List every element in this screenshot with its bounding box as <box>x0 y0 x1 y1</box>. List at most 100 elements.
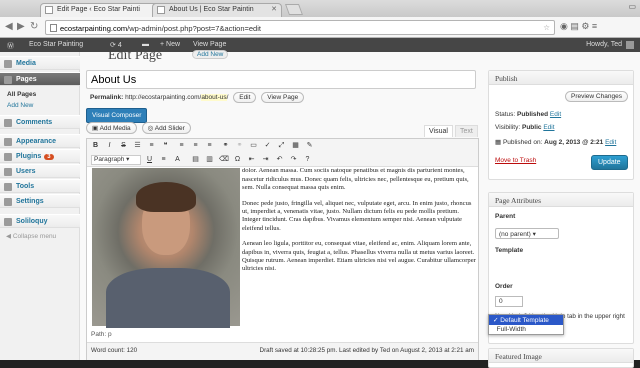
sidebar-item-users[interactable]: Users <box>0 164 80 178</box>
browser-tab-about-us[interactable]: About Us | Eco Star Paintin ✕ <box>152 3 282 17</box>
extension-icons[interactable]: ◉ ▤ ⚙ ≡ <box>560 21 597 32</box>
link-icon[interactable]: ⚭ <box>221 141 230 150</box>
url-domain: ecostarpainting.com <box>60 24 128 33</box>
fullscreen-icon[interactable]: ⤢ <box>277 141 286 150</box>
browser-tab-edit-page[interactable]: Edit Page ‹ Eco Star Painti ✕ <box>40 3 165 17</box>
sidebar-item-media[interactable]: Media <box>0 56 80 70</box>
align-center-icon[interactable]: ≡ <box>191 141 200 150</box>
spellcheck-icon[interactable]: ✓ <box>263 141 272 150</box>
new-tab-button[interactable] <box>284 4 304 15</box>
special-character-icon[interactable]: Ω <box>233 155 242 164</box>
back-arrow-icon[interactable]: ◀ <box>5 21 13 33</box>
add-media-label: Add Media <box>99 125 131 132</box>
text-color-icon[interactable]: A <box>173 155 182 164</box>
add-slider-button[interactable]: ◎ Add Slider <box>141 122 191 134</box>
sidebar-item-pages[interactable]: Pages <box>0 72 80 86</box>
permalink-label: Permalink: <box>90 94 124 101</box>
new-menu[interactable]: + New <box>160 41 180 48</box>
edit-status-link[interactable]: Edit <box>550 111 561 118</box>
help-icon[interactable]: ? <box>303 155 312 164</box>
published-on-label: Published on: <box>502 139 543 146</box>
sidebar-item-label: Media <box>16 60 36 67</box>
kitchen-sink-icon[interactable]: ▦ <box>291 141 300 150</box>
add-new-button[interactable]: Add New <box>192 50 229 59</box>
shortcode-icon[interactable]: ✎ <box>305 141 314 150</box>
body-text[interactable]: Lorem ipsum dolor sit amet, consectetuer… <box>242 168 477 281</box>
update-button[interactable]: Update <box>591 155 628 170</box>
template-dropdown[interactable]: ✓ Default Template Full-Width <box>488 314 564 335</box>
underline-icon[interactable]: U <box>145 155 154 164</box>
redo-icon[interactable]: ↷ <box>289 155 298 164</box>
bold-icon[interactable]: B <box>91 141 100 150</box>
sidebar-item-soliloquy[interactable]: Soliloquy <box>0 214 80 228</box>
view-page-link[interactable]: View Page <box>193 41 226 48</box>
clear-formatting-icon[interactable]: ⌫ <box>219 155 229 164</box>
edit-date-link[interactable]: Edit <box>605 139 616 146</box>
sidebar-item-settings[interactable]: Settings <box>0 194 80 208</box>
visual-composer-button[interactable]: Visual Composer <box>86 108 148 123</box>
align-left-icon[interactable]: ≡ <box>177 141 186 150</box>
comments-icon[interactable]: ▬ <box>142 41 149 48</box>
address-bar[interactable]: ecostarpainting.com/wp-admin/post.php?po… <box>45 20 555 35</box>
profile-photo[interactable] <box>92 168 240 328</box>
sidebar-subitem-all-pages[interactable]: All Pages <box>0 91 80 98</box>
tab-text[interactable]: Text <box>454 125 478 137</box>
howdy-user[interactable]: Howdy, Ted <box>586 41 622 48</box>
forward-arrow-icon[interactable]: ▶ <box>17 21 25 33</box>
indent-icon[interactable]: ⇥ <box>261 155 270 164</box>
editor-content-area[interactable]: Lorem ipsum dolor sit amet, consectetuer… <box>92 168 477 328</box>
outdent-icon[interactable]: ⇤ <box>247 155 256 164</box>
add-media-button[interactable]: ▣ Add Media <box>86 122 137 134</box>
site-name-link[interactable]: Eco Star Painting <box>29 41 83 48</box>
bookmark-star-icon[interactable]: ☆ <box>543 23 550 32</box>
sidebar-subitem-add-new[interactable]: Add New <box>0 102 80 109</box>
template-option-full-width[interactable]: Full-Width <box>489 325 563 334</box>
sidebar-item-label: Users <box>16 168 36 175</box>
justify-icon[interactable]: ≡ <box>159 155 168 164</box>
tab-visual[interactable]: Visual <box>424 125 453 137</box>
wp-admin-bar: Ⓦ Eco Star Painting ⟳ 4 ▬ + New View Pag… <box>0 38 640 52</box>
order-input[interactable]: 0 <box>495 296 523 307</box>
more-tag-icon[interactable]: ▭ <box>249 141 258 150</box>
close-icon[interactable]: ✕ <box>271 5 277 13</box>
featured-image-heading: Featured Image <box>489 349 633 363</box>
align-right-icon[interactable]: ≡ <box>205 141 214 150</box>
sidebar-item-comments[interactable]: Comments <box>0 115 80 129</box>
parent-select[interactable]: (no parent) ▾ <box>495 228 559 239</box>
status-label: Status: <box>495 111 516 118</box>
paste-word-icon[interactable]: ▥ <box>205 155 214 164</box>
edit-visibility-link[interactable]: Edit <box>543 124 554 131</box>
blockquote-icon[interactable]: ❝ <box>161 141 170 150</box>
bullet-list-icon[interactable]: ☰ <box>133 141 142 150</box>
reload-icon[interactable]: ↻ <box>30 21 38 33</box>
draft-info: Draft saved at 10:28:25 pm. Last edited … <box>259 347 474 354</box>
format-select[interactable]: Paragraph ▾ <box>91 155 141 165</box>
order-label: Order <box>495 283 513 290</box>
sidebar-item-tools[interactable]: Tools <box>0 179 80 193</box>
strikethrough-icon[interactable]: S <box>119 141 128 150</box>
italic-icon[interactable]: I <box>105 141 114 150</box>
sidebar-item-appearance[interactable]: Appearance <box>0 134 80 148</box>
wordpress-logo-icon[interactable]: Ⓦ <box>7 41 14 51</box>
undo-icon[interactable]: ↶ <box>275 155 284 164</box>
sidebar-item-label: Plugins <box>16 153 42 160</box>
avatar[interactable] <box>626 41 634 49</box>
move-to-trash-link[interactable]: Move to Trash <box>495 157 536 164</box>
collapse-menu[interactable]: ◀ Collapse menu <box>6 232 56 240</box>
permalink-base: http://ecostarpainting.com/ <box>125 94 202 101</box>
numbered-list-icon[interactable]: ≡ <box>147 141 156 150</box>
wordpress-favicon-icon <box>45 6 53 14</box>
edit-permalink-button[interactable]: Edit <box>233 92 257 103</box>
preview-changes-button[interactable]: Preview Changes <box>565 91 628 102</box>
sidebar-item-plugins[interactable]: Plugins 3 <box>0 149 80 163</box>
plugins-icon <box>4 153 12 161</box>
editor-view-tabs: Visual Text <box>422 125 478 137</box>
paste-text-icon[interactable]: ▤ <box>191 155 200 164</box>
view-page-button[interactable]: View Page <box>261 92 305 103</box>
option-label: Full-Width <box>496 326 526 333</box>
window-controls[interactable]: ▭ <box>628 2 636 11</box>
template-option-default[interactable]: ✓ Default Template <box>489 315 563 325</box>
permalink-slug[interactable]: about-us <box>201 94 227 101</box>
unlink-icon[interactable]: ⚭ <box>235 141 244 150</box>
post-title-input[interactable]: About Us <box>86 70 476 89</box>
